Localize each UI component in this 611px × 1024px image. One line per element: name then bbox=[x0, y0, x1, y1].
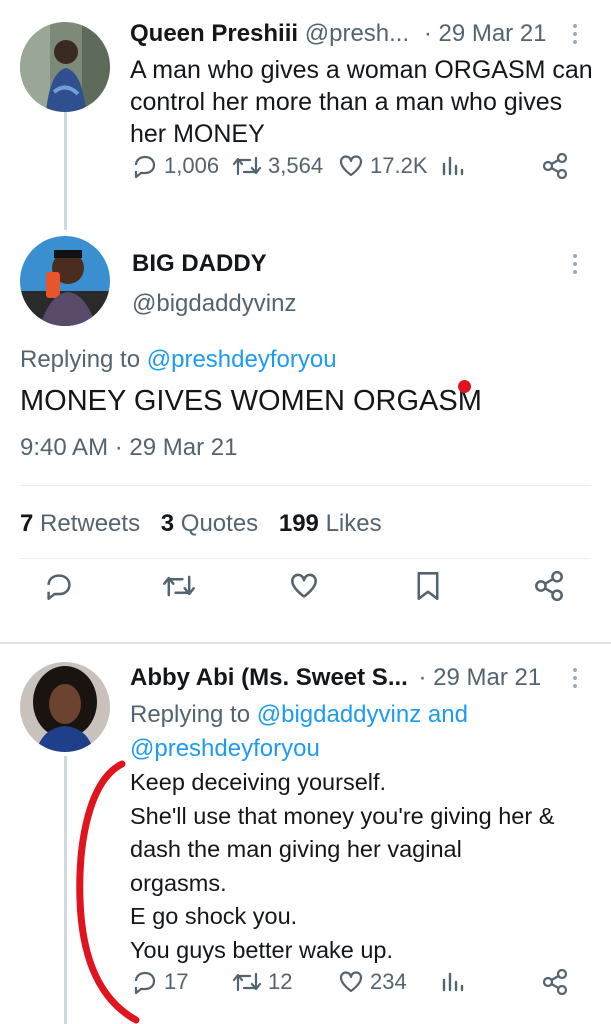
author-name[interactable]: Queen Preshiii bbox=[130, 20, 298, 47]
retweet-icon bbox=[163, 575, 195, 597]
author-name-2[interactable]: BIG DADDY bbox=[132, 250, 267, 278]
retweet-count: 3,564 bbox=[268, 153, 324, 178]
tweet2-timestamp[interactable]: 9:40 AM · 29 Mar 21 bbox=[20, 434, 237, 462]
author-name-3[interactable]: Abby Abi (Ms. Sweet S... bbox=[130, 664, 408, 691]
engagement-stats: 7 Retweets 3 Quotes 199 Likes bbox=[20, 510, 382, 538]
reply-icon bbox=[134, 971, 156, 994]
replying-to-link-2[interactable]: @preshdeyforyou bbox=[130, 735, 320, 762]
red-annotation-dot bbox=[458, 380, 471, 393]
replying-to-line-3: Replying to @bigdaddyvinz and @preshdeyf… bbox=[130, 698, 550, 766]
more-icon-2[interactable] bbox=[573, 254, 579, 274]
bookmark-button[interactable] bbox=[414, 571, 442, 601]
text-line: She'll use that money you're giving her … bbox=[130, 802, 555, 829]
reply-button[interactable]: 1,006 bbox=[132, 153, 219, 179]
author-handle-2[interactable]: @bigdaddyvinz bbox=[132, 290, 296, 318]
share-button-2[interactable] bbox=[534, 571, 564, 601]
retweets-stat[interactable]: 7 Retweets bbox=[20, 510, 140, 537]
replying-and[interactable]: and bbox=[428, 701, 468, 728]
replying-to-line: Replying to @preshdeyforyou bbox=[20, 346, 337, 374]
reply-icon bbox=[47, 574, 71, 600]
replying-to-link-1[interactable]: @bigdaddyvinz bbox=[257, 701, 421, 728]
tweet3-header: Abby Abi (Ms. Sweet S... · 29 Mar 21 bbox=[130, 664, 541, 692]
text-line: You guys better wake up. bbox=[130, 936, 394, 963]
like-icon bbox=[291, 573, 317, 598]
analytics-icon bbox=[442, 156, 464, 176]
share-button[interactable] bbox=[542, 153, 568, 179]
avatar-abby-abi[interactable] bbox=[20, 662, 110, 752]
replying-prefix-3: Replying to bbox=[130, 701, 251, 728]
share-icon bbox=[535, 571, 563, 601]
avatar-queen-preshiii[interactable] bbox=[20, 22, 110, 112]
like-icon bbox=[339, 155, 363, 177]
reply-count-3: 17 bbox=[164, 969, 189, 994]
replying-prefix: Replying to bbox=[20, 346, 141, 373]
divider bbox=[0, 642, 611, 644]
analytics-button-3[interactable] bbox=[440, 970, 464, 994]
divider bbox=[20, 558, 591, 559]
like-icon bbox=[339, 971, 363, 993]
text-line: E go shock you. bbox=[130, 903, 298, 929]
retweet-button-3[interactable]: 12 bbox=[232, 969, 292, 995]
analytics-icon bbox=[442, 972, 464, 992]
tweet-date[interactable]: · 29 Mar 21 bbox=[424, 20, 547, 47]
share-icon bbox=[542, 153, 568, 179]
analytics-button[interactable] bbox=[440, 154, 464, 178]
reply-count: 1,006 bbox=[164, 153, 220, 178]
quotes-stat[interactable]: 3 Quotes bbox=[161, 510, 258, 537]
tweet1-text: A man who gives a woman ORGASM can contr… bbox=[130, 56, 593, 148]
reply-button-3[interactable]: 17 bbox=[132, 969, 188, 995]
retweet-icon bbox=[232, 972, 262, 992]
likes-stat[interactable]: 199 Likes bbox=[279, 510, 382, 537]
avatar-big-daddy[interactable] bbox=[20, 236, 110, 326]
reply-button-2[interactable] bbox=[44, 572, 74, 600]
retweet-button-2[interactable] bbox=[162, 572, 196, 600]
like-button[interactable]: 17.2K bbox=[338, 153, 428, 179]
thread-line-top bbox=[64, 110, 67, 230]
tweet-date-3[interactable]: · 29 Mar 21 bbox=[419, 664, 542, 691]
text-line: Keep deceiving yourself. bbox=[130, 769, 387, 795]
divider bbox=[20, 485, 591, 486]
like-button-2[interactable] bbox=[288, 572, 320, 600]
more-icon[interactable] bbox=[573, 24, 579, 44]
tweet2-text: MONEY GIVES WOMEN ORGASM bbox=[20, 385, 482, 417]
more-icon-3[interactable] bbox=[573, 668, 579, 688]
bookmark-icon bbox=[417, 572, 439, 600]
retweet-button[interactable]: 3,564 bbox=[232, 153, 323, 179]
author-handle[interactable]: @presh... bbox=[305, 20, 409, 47]
like-count: 17.2K bbox=[370, 153, 428, 178]
replying-to-link[interactable]: @preshdeyforyou bbox=[147, 346, 337, 373]
share-button-3[interactable] bbox=[542, 969, 568, 995]
reply-icon bbox=[134, 155, 156, 178]
text-line: orgasms. bbox=[130, 869, 227, 896]
text-line: dash the man giving her vaginal bbox=[130, 836, 462, 862]
tweet3-text: Keep deceiving yourself. She'll use that… bbox=[130, 766, 554, 967]
like-button-3[interactable]: 234 bbox=[338, 969, 407, 995]
thread-line-bottom bbox=[64, 756, 67, 1024]
like-count-3: 234 bbox=[370, 969, 407, 994]
retweet-icon bbox=[232, 156, 262, 176]
retweet-count-3: 12 bbox=[268, 969, 293, 994]
share-icon bbox=[542, 969, 568, 995]
tweet1-header: Queen Preshiii @presh... · 29 Mar 21 bbox=[130, 20, 547, 48]
